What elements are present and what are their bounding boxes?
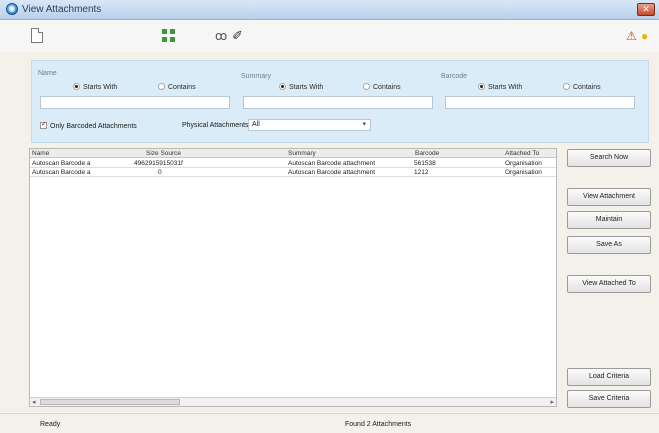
cell-size-source: 0 xyxy=(158,169,162,176)
window-title: View Attachments xyxy=(22,4,102,15)
app-icon: ◉ xyxy=(6,3,18,15)
scroll-left-icon[interactable]: ◂ xyxy=(32,398,36,406)
warning-icon[interactable]: ⚠ xyxy=(626,28,642,44)
radio-selected-icon xyxy=(279,83,286,90)
chevron-down-icon: ▾ xyxy=(362,121,366,128)
save-as-button[interactable]: Save As xyxy=(567,236,651,254)
lightbulb-icon[interactable]: ● xyxy=(641,28,657,44)
new-document-icon[interactable] xyxy=(31,28,43,43)
radio-selected-icon xyxy=(73,83,80,90)
column-header-attached-to[interactable]: Attached To xyxy=(505,150,539,157)
summary-starts-with-radio[interactable]: Starts With xyxy=(279,83,323,91)
horizontal-scrollbar[interactable]: ◂ ▸ xyxy=(30,397,556,406)
only-barcoded-checkbox[interactable]: Only Barcoded Attachments xyxy=(40,120,137,130)
find-icon[interactable]: ꝏ xyxy=(215,28,231,44)
close-button[interactable]: ✕ xyxy=(637,3,655,16)
radio-icon xyxy=(563,83,570,90)
radio-icon xyxy=(158,83,165,90)
radio-icon xyxy=(363,83,370,90)
cell-name: Autoscan Barcode a xyxy=(32,160,91,167)
name-input[interactable] xyxy=(40,96,230,109)
summary-contains-radio[interactable]: Contains xyxy=(363,83,401,91)
search-panel: Name Starts With Contains Summary Starts… xyxy=(31,60,649,143)
cell-attached-to: Organisation xyxy=(505,169,542,176)
summary-input[interactable] xyxy=(243,96,433,109)
name-label: Name xyxy=(38,70,57,77)
cell-barcode: 1212 xyxy=(414,169,429,176)
cell-summary: Autoscan Barcode attachment xyxy=(288,160,376,167)
cell-barcode: 561538 xyxy=(414,160,436,167)
scroll-right-icon[interactable]: ▸ xyxy=(550,398,554,406)
checkbox-checked-icon xyxy=(40,120,47,129)
barcode-contains-radio[interactable]: Contains xyxy=(563,83,601,91)
summary-label: Summary xyxy=(241,73,271,80)
tree-icon[interactable] xyxy=(162,28,178,44)
barcode-starts-with-radio[interactable]: Starts With xyxy=(478,83,522,91)
load-criteria-button[interactable]: Load Criteria xyxy=(567,368,651,386)
view-attachments-window: ◉ View Attachments ✕ ꝏ ✐ ⚠ ● Name Starts… xyxy=(0,0,659,433)
status-result-count: Found 2 Attachments xyxy=(345,421,412,428)
column-header-summary[interactable]: Summary xyxy=(288,150,316,157)
view-attachment-button[interactable]: View Attachment xyxy=(567,188,651,206)
physical-attachments-label: Physical Attachments xyxy=(182,122,249,129)
table-row[interactable]: Autoscan Barcode a 0 Autoscan Barcode at… xyxy=(30,168,556,177)
table-header: Name Size Source Summary Barcode Attache… xyxy=(30,149,556,158)
table-row[interactable]: Autoscan Barcode a 4962915915031f Autosc… xyxy=(30,159,556,168)
cell-size-source: 4962915915031f xyxy=(134,160,183,167)
status-bar: Ready Found 2 Attachments xyxy=(0,413,659,433)
status-ready: Ready xyxy=(40,421,61,428)
save-criteria-button[interactable]: Save Criteria xyxy=(567,390,651,408)
view-attached-to-button[interactable]: View Attached To xyxy=(567,275,651,293)
toolbar: ꝏ ✐ ⚠ ● xyxy=(0,20,659,52)
clear-icon[interactable]: ✐ xyxy=(232,28,248,44)
name-starts-with-radio[interactable]: Starts With xyxy=(73,83,117,91)
column-header-name[interactable]: Name xyxy=(32,150,49,157)
name-contains-radio[interactable]: Contains xyxy=(158,83,196,91)
scrollbar-thumb[interactable] xyxy=(40,399,180,405)
cell-summary: Autoscan Barcode attachment xyxy=(288,169,376,176)
barcode-input[interactable] xyxy=(445,96,635,109)
barcode-label: Barcode xyxy=(441,73,468,80)
cell-attached-to: Organisation xyxy=(505,160,542,167)
search-now-button[interactable]: Search Now xyxy=(567,149,651,167)
radio-selected-icon xyxy=(478,83,485,90)
column-header-size-source[interactable]: Size Source xyxy=(146,150,181,157)
maintain-button[interactable]: Maintain xyxy=(567,211,651,229)
column-header-barcode[interactable]: Barcode xyxy=(415,150,439,157)
results-table: Name Size Source Summary Barcode Attache… xyxy=(29,148,557,407)
physical-attachments-select[interactable]: All ▾ xyxy=(248,119,371,131)
title-bar: ◉ View Attachments ✕ xyxy=(0,0,659,20)
cell-name: Autoscan Barcode a xyxy=(32,169,91,176)
